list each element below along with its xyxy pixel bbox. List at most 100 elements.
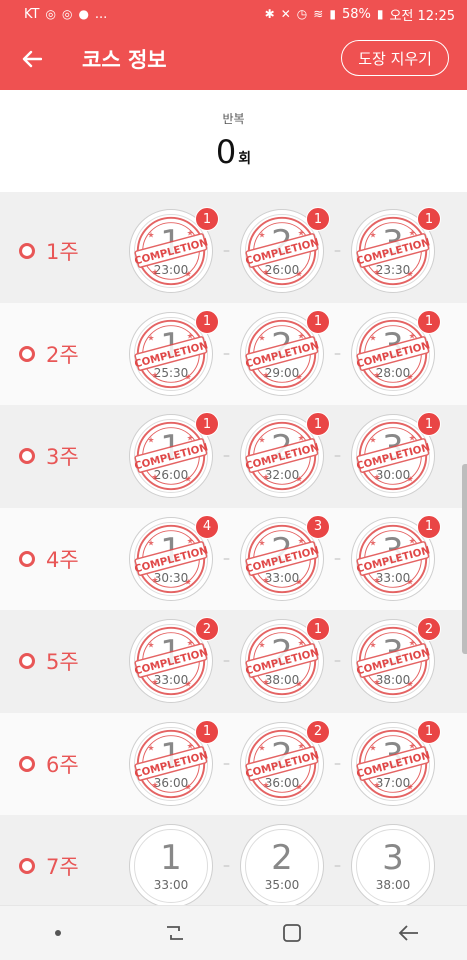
bluetooth-icon: ✱ [264,7,275,21]
completion-count-badge: 2 [417,617,441,642]
clock: 오전 12:25 [389,8,455,24]
timeline-dot [19,345,35,362]
separator: – [334,653,341,670]
session-badge[interactable]: 1 33:00 [129,824,213,905]
svg-text:★: ★ [370,436,377,445]
session-badge[interactable]: 1 30:30 COMPLETION ★★ ★★ 4 [129,514,219,601]
svg-text:★: ★ [296,577,303,586]
svg-text:★: ★ [373,473,380,482]
session-badge[interactable]: 2 36:00 COMPLETION ★★ ★★ 2 [240,719,330,806]
svg-text:★: ★ [370,743,377,752]
session-badge[interactable]: 3 38:00 [351,824,435,905]
svg-text:★: ★ [409,741,416,750]
svg-text:★: ★ [373,575,380,584]
dot-icon [55,930,62,936]
session-badge[interactable]: 3 28:00 COMPLETION ★★ ★★ 1 [351,309,441,396]
timeline-dot [19,243,35,260]
timeline-dot [19,448,35,465]
svg-text:★: ★ [259,231,266,240]
system-back-button[interactable] [379,913,439,953]
svg-text:★: ★ [151,678,158,687]
repeat-section: 반복 0 회 [0,90,467,192]
scroll-indicator[interactable] [462,464,467,654]
repeat-count: 0 [215,133,237,171]
home-button[interactable] [262,913,322,953]
wifi-icon: ≋ [313,7,324,21]
session-badge[interactable]: 3 33:00 COMPLETION ★★ ★★ 1 [351,514,441,601]
divider [0,192,467,200]
svg-text:★: ★ [298,229,305,238]
svg-text:★: ★ [148,641,155,650]
recent-apps-button[interactable] [145,913,205,953]
battery-icon: ▮ [376,7,384,21]
nav-dot-button[interactable] [28,913,88,953]
completion-count-badge: 1 [195,309,219,334]
clear-stamps-button[interactable]: 도장 지우기 [341,40,449,76]
back-button[interactable] [0,28,64,90]
session-badge[interactable]: 3 23:30 COMPLETION ★★ ★★ 1 [351,207,441,294]
svg-text:★: ★ [298,741,305,750]
week-row: 2주 1 25:30 COMPLETION ★★ ★★ 1 – 2 29:00 [0,302,467,405]
timeline-dot [19,858,35,875]
session-badge[interactable]: 1 36:00 COMPLETION ★★ ★★ 1 [129,719,219,806]
completion-count-badge: 1 [195,412,219,437]
session-badge[interactable]: 2 32:00 COMPLETION ★★ ★★ 1 [240,412,330,499]
instagram-icon: ◎ [45,7,56,21]
session-badge[interactable]: 2 33:00 COMPLETION ★★ ★★ 3 [240,514,330,601]
svg-text:★: ★ [187,741,194,750]
session-badge[interactable]: 1 25:30 COMPLETION ★★ ★★ 1 [129,309,219,396]
svg-text:★: ★ [262,473,269,482]
separator: – [334,448,341,465]
svg-text:★: ★ [185,372,192,381]
week-row: 6주 1 36:00 COMPLETION ★★ ★★ 1 – 2 36:00 [0,712,467,815]
svg-text:★: ★ [407,782,414,791]
back-icon [398,925,418,941]
separator: – [223,448,230,465]
session-badge[interactable]: 3 30:00 COMPLETION ★★ ★★ 1 [351,412,441,499]
svg-text:★: ★ [185,577,192,586]
svg-text:★: ★ [262,678,269,687]
week-list[interactable]: 1주 1 23:00 COMPLETION ★★ ★★ 1 – 2 26:00 [0,200,467,905]
week-label: 4주 [46,547,79,572]
svg-text:★: ★ [148,333,155,342]
svg-text:★: ★ [259,538,266,547]
week-row: 4주 1 30:30 COMPLETION ★★ ★★ 4 – 2 33:00 [0,507,467,610]
session-badge[interactable]: 3 37:00 COMPLETION ★★ ★★ 1 [351,719,441,806]
svg-text:★: ★ [262,268,269,277]
home-icon [282,924,301,942]
svg-text:★: ★ [187,229,194,238]
svg-text:★: ★ [409,331,416,340]
session-badge[interactable]: 3 38:00 COMPLETION ★★ ★★ 2 [351,617,441,704]
svg-text:★: ★ [148,743,155,752]
session-badge[interactable]: 2 29:00 COMPLETION ★★ ★★ 1 [240,309,330,396]
svg-text:★: ★ [151,268,158,277]
session-badge[interactable]: 1 23:00 COMPLETION ★★ ★★ 1 [129,207,219,294]
svg-text:★: ★ [262,575,269,584]
separator: – [223,858,230,875]
svg-text:★: ★ [373,678,380,687]
back-arrow-icon [22,50,42,68]
svg-text:★: ★ [185,270,192,279]
separator: – [334,550,341,567]
svg-text:★: ★ [185,475,192,484]
svg-text:★: ★ [298,639,305,648]
session-badge[interactable]: 2 26:00 COMPLETION ★★ ★★ 1 [240,207,330,294]
svg-text:★: ★ [296,372,303,381]
svg-text:★: ★ [148,436,155,445]
svg-text:★: ★ [370,641,377,650]
svg-text:★: ★ [370,231,377,240]
svg-text:★: ★ [370,538,377,547]
mute-icon: ✕ [280,7,291,21]
session-badge[interactable]: 1 33:00 COMPLETION ★★ ★★ 2 [129,617,219,704]
instagram-icon: ◎ [61,7,73,21]
completion-count-badge: 1 [306,207,330,232]
alarm-icon: ◷ [296,7,308,21]
svg-text:★: ★ [407,577,414,586]
svg-text:★: ★ [373,780,380,789]
session-badge[interactable]: 1 26:00 COMPLETION ★★ ★★ 1 [129,412,219,499]
svg-text:★: ★ [407,680,414,689]
session-badge[interactable]: 2 35:00 [240,824,324,905]
completion-count-badge: 1 [195,207,219,232]
separator: – [223,243,230,260]
session-badge[interactable]: 2 38:00 COMPLETION ★★ ★★ 1 [240,617,330,704]
